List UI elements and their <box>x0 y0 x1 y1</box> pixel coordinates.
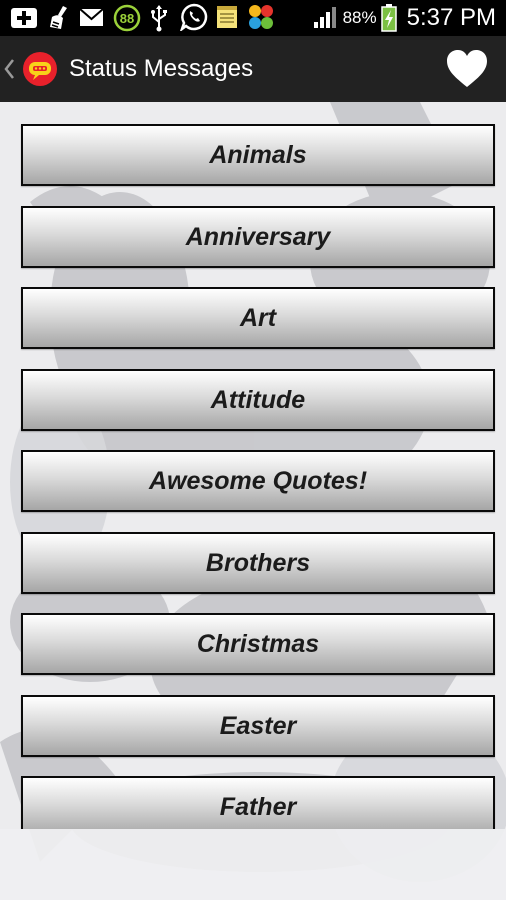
category-button[interactable]: Attitude <box>21 369 495 431</box>
page-title: Status Messages <box>69 55 254 82</box>
whatsapp-icon <box>180 3 208 31</box>
category-button[interactable]: Anniversary <box>21 206 495 268</box>
content-area: Animals Anniversary Art Attitude Awesome… <box>0 102 506 900</box>
category-button[interactable]: Animals <box>21 124 495 186</box>
signal-icon <box>313 7 336 28</box>
status-bar-right: 88% 5:37 PM <box>313 0 496 36</box>
add-notification-icon <box>11 8 37 28</box>
category-button[interactable]: Awesome Quotes! <box>21 450 495 512</box>
category-button[interactable]: Christmas <box>21 613 495 675</box>
category-button[interactable]: Father <box>21 776 495 829</box>
category-button[interactable]: Brothers <box>21 532 495 594</box>
status-bar: 88 88% 5:37 PM <box>0 0 506 36</box>
category-list[interactable]: Animals Anniversary Art Attitude Awesome… <box>0 102 506 829</box>
notes-icon <box>217 6 237 28</box>
category-button[interactable]: Easter <box>21 695 495 757</box>
mail-icon <box>79 8 104 26</box>
svg-text:88: 88 <box>120 11 134 26</box>
chevron-left-icon[interactable] <box>2 56 16 82</box>
chat-bubble-logo-icon[interactable] <box>22 51 58 87</box>
pinwheel-app-icon <box>249 5 273 29</box>
cleaner-icon <box>50 6 67 29</box>
usb-icon <box>151 5 167 32</box>
badge-88-icon: 88 <box>113 4 141 32</box>
clock: 5:37 PM <box>406 4 496 31</box>
category-button[interactable]: Art <box>21 287 495 349</box>
action-bar: Status Messages <box>0 36 506 102</box>
battery-percent: 88% <box>342 8 377 27</box>
heart-icon[interactable] <box>446 49 488 89</box>
battery-charging-icon <box>380 4 397 32</box>
